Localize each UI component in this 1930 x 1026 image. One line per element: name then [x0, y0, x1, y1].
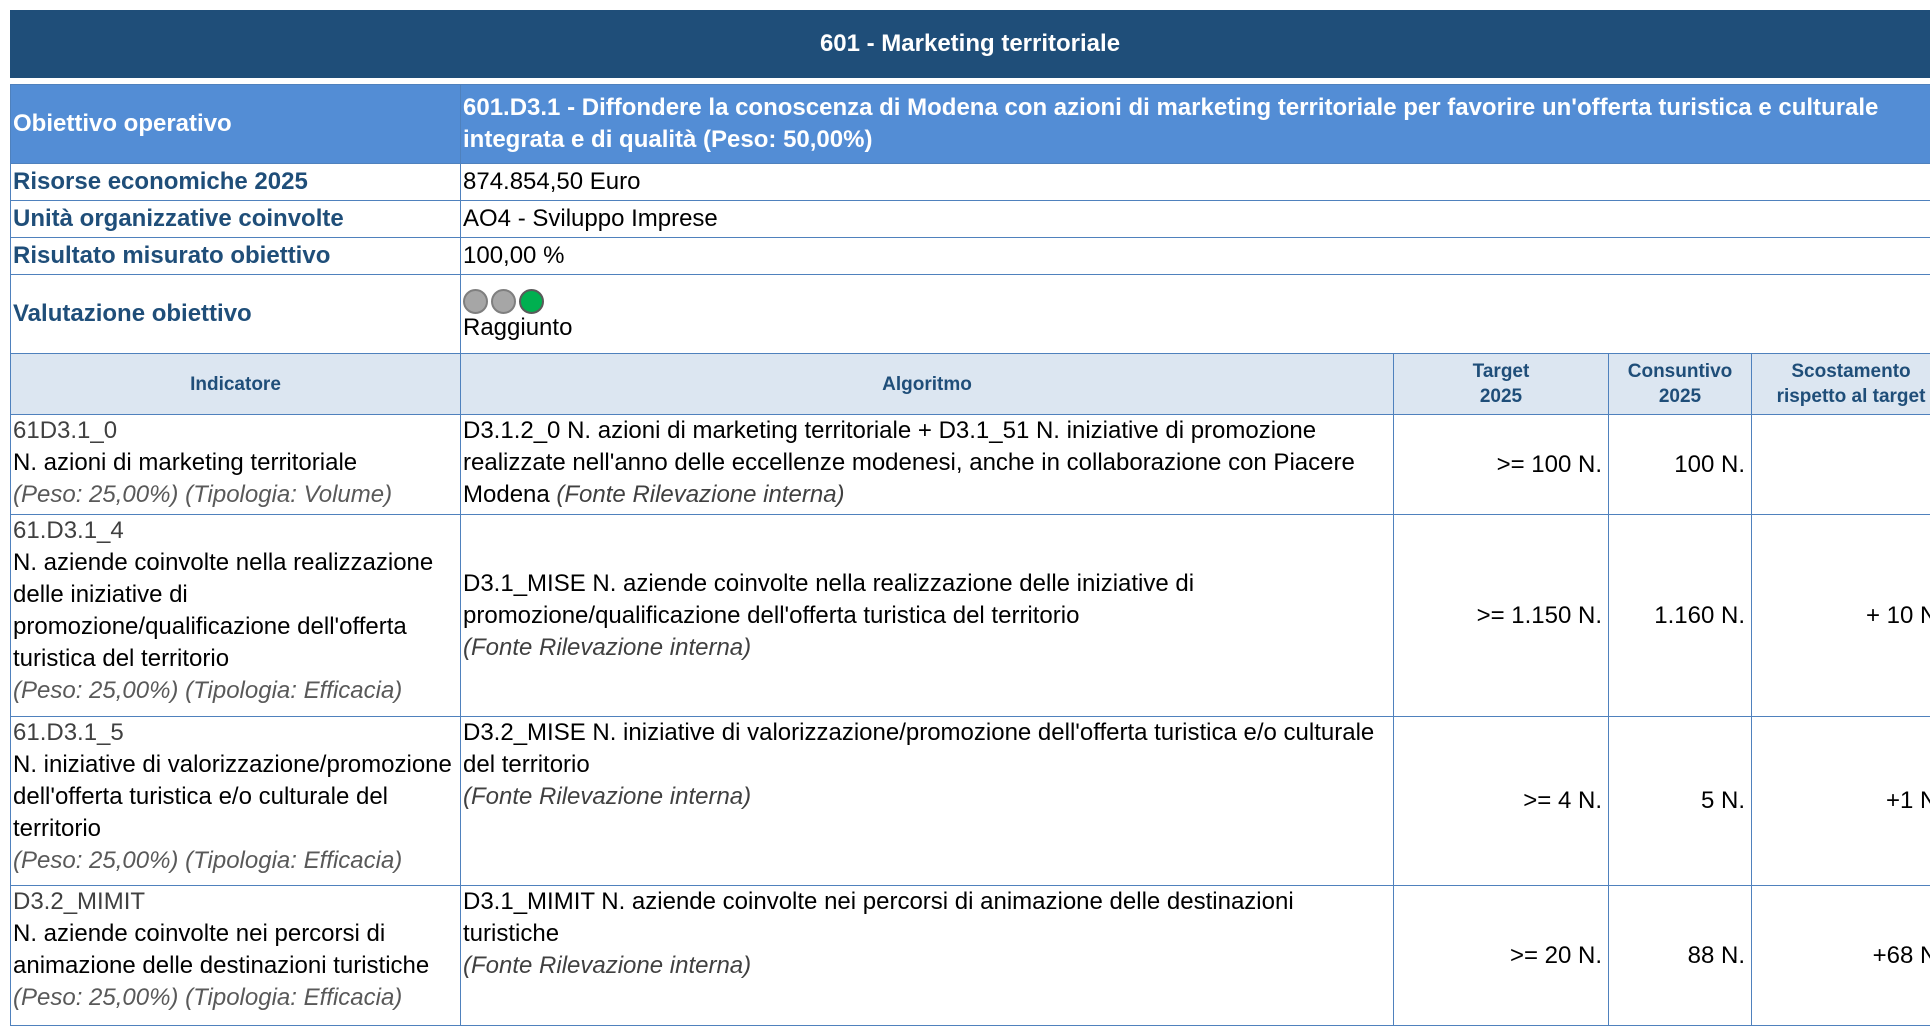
indicator-cell: 61D3.1_0 N. azioni di marketing territor… — [11, 415, 461, 515]
indicator-name: N. iniziative di valorizzazione/promozio… — [13, 749, 460, 845]
indicator-meta: (Peso: 25,00%) (Tipologia: Volume) — [13, 479, 460, 511]
objective-label: Obiettivo operativo — [11, 85, 461, 164]
gap-value: +1 N. — [1752, 717, 1930, 886]
algorithm-code: D3.1_MIMIT — [463, 888, 595, 915]
algorithm-source: (Fonte Rilevazione interna) — [463, 952, 751, 979]
resources-value: 874.854,50 Euro — [461, 164, 1930, 201]
algorithm-cell: D3.1.2_0 N. azioni di marketing territor… — [461, 415, 1394, 515]
info-row: Risorse economiche 2025 874.854,50 Euro — [11, 164, 1930, 201]
indicator-code: D3.2_MIMIT — [13, 886, 460, 918]
evaluation-cell: Raggiunto — [461, 275, 1930, 354]
target-value: >= 4 N. — [1394, 717, 1609, 886]
table-row: D3.2_MIMIT N. aziende coinvolte nei perc… — [11, 886, 1930, 1026]
header-target: Target2025 — [1394, 354, 1609, 415]
table-header: Indicatore Algoritmo Target2025 Consunti… — [11, 354, 1930, 415]
indicator-cell: D3.2_MIMIT N. aziende coinvolte nei perc… — [11, 886, 461, 1026]
indicator-meta: (Peso: 25,00%) (Tipologia: Efficacia) — [13, 675, 460, 707]
units-label: Unità organizzative coinvolte — [11, 201, 461, 238]
header-algorithm: Algoritmo — [461, 354, 1394, 415]
indicator-meta: (Peso: 25,00%) (Tipologia: Efficacia) — [13, 845, 460, 877]
evaluation-row: Valutazione obiettivo Raggiunto — [11, 275, 1930, 354]
gap-value: - — [1752, 415, 1930, 515]
evaluation-status: Raggiunto — [463, 314, 1930, 342]
objective-text: 601.D3.1 - Diffondere la conoscenza di M… — [461, 85, 1930, 164]
info-row: Unità organizzative coinvolte AO4 - Svil… — [11, 201, 1930, 238]
algorithm-source: (Fonte Rilevazione interna) — [463, 634, 751, 661]
target-value: >= 20 N. — [1394, 886, 1609, 1026]
indicator-name: N. aziende coinvolte nella realizzazione… — [13, 547, 460, 675]
indicator-code: 61.D3.1_4 — [13, 515, 460, 547]
indicator-name: N. azioni di marketing territoriale — [13, 447, 460, 479]
indicator-code: 61D3.1_0 — [13, 415, 460, 447]
gap-value: + 10 N. — [1752, 515, 1930, 717]
objective-row: Obiettivo operativo 601.D3.1 - Diffonder… — [11, 85, 1930, 164]
indicator-code: 61.D3.1_5 — [13, 717, 460, 749]
units-value: AO4 - Sviluppo Imprese — [461, 201, 1930, 238]
table-row: 61D3.1_0 N. azioni di marketing territor… — [11, 415, 1930, 515]
result-label: Risultato misurato obiettivo — [11, 238, 461, 275]
algorithm-desc: N. iniziative di valorizzazione/promozio… — [463, 719, 1374, 778]
target-value: >= 1.150 N. — [1394, 515, 1609, 717]
status-light-2 — [491, 289, 516, 314]
indicator-meta: (Peso: 25,00%) (Tipologia: Efficacia) — [13, 982, 460, 1014]
indicator-name: N. aziende coinvolte nei percorsi di ani… — [13, 918, 460, 982]
table-row: 61.D3.1_5 N. iniziative di valorizzazion… — [11, 717, 1930, 886]
algorithm-cell: D3.1_MIMIT N. aziende coinvolte nei perc… — [461, 886, 1394, 1026]
resources-label: Risorse economiche 2025 — [11, 164, 461, 201]
actual-value: 88 N. — [1609, 886, 1752, 1026]
table-row: 61.D3.1_4 N. aziende coinvolte nella rea… — [11, 515, 1930, 717]
indicator-cell: 61.D3.1_4 N. aziende coinvolte nella rea… — [11, 515, 461, 717]
page-title: 601 - Marketing territoriale — [10, 10, 1930, 78]
result-value: 100,00 % — [461, 238, 1930, 275]
algorithm-source: (Fonte Rilevazione interna) — [463, 783, 751, 810]
info-row: Risultato misurato obiettivo 100,00 % — [11, 238, 1930, 275]
header-gap: Scostamentorispetto al target — [1752, 354, 1930, 415]
actual-value: 5 N. — [1609, 717, 1752, 886]
target-value: >= 100 N. — [1394, 415, 1609, 515]
indicator-cell: 61.D3.1_5 N. iniziative di valorizzazion… — [11, 717, 461, 886]
actual-value: 1.160 N. — [1609, 515, 1752, 717]
algorithm-code: D3.2_MISE — [463, 719, 586, 746]
status-light-1 — [463, 289, 488, 314]
evaluation-label: Valutazione obiettivo — [11, 275, 461, 354]
algorithm-cell: D3.1_MISE N. aziende coinvolte nella rea… — [461, 515, 1394, 717]
header-indicator: Indicatore — [11, 354, 461, 415]
algorithm-source: (Fonte Rilevazione interna) — [556, 481, 844, 508]
algorithm-cell: D3.2_MISE N. iniziative di valorizzazion… — [461, 717, 1394, 886]
actual-value: 100 N. — [1609, 415, 1752, 515]
objective-table: Obiettivo operativo 601.D3.1 - Diffonder… — [10, 84, 1930, 1026]
algorithm-code: D3.1_MISE — [463, 570, 586, 597]
status-light-3 — [519, 289, 544, 314]
gap-value: +68 N. — [1752, 886, 1930, 1026]
traffic-light-icon — [463, 289, 1930, 314]
header-actual: Consuntivo2025 — [1609, 354, 1752, 415]
algorithm-code: D3.1.2_0 — [463, 417, 560, 444]
